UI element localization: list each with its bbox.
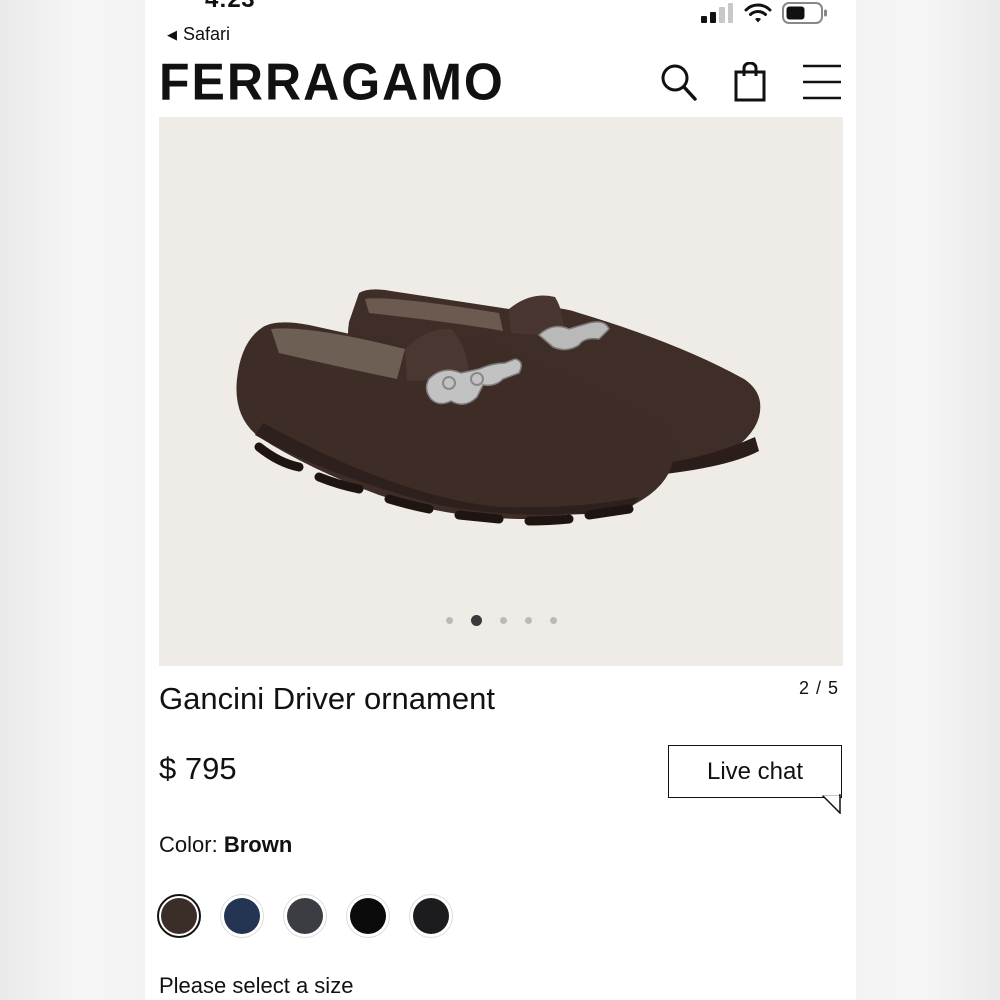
battery-icon [782,2,827,24]
product-image [236,289,761,526]
chat-bubble-tail-icon [822,794,841,814]
swatch-black-2[interactable] [409,894,453,938]
gallery-counter: 2 / 5 [798,678,839,698]
live-chat-label: Live chat [706,757,804,785]
back-label: Safari [183,24,231,44]
live-chat-button[interactable]: Live chat [668,745,842,798]
brand-logo[interactable]: FERRAGAMO [159,56,505,108]
gallery-dot[interactable] [549,617,557,624]
swatch-dark-grey[interactable] [283,894,327,938]
signal-icon [701,3,733,23]
gallery-dot[interactable] [499,617,507,624]
header-actions [658,62,842,102]
gallery-dot-active[interactable] [470,615,482,626]
product-price: $ 795 [159,751,237,786]
size-prompt[interactable]: Please select a size [159,973,353,999]
color-swatches [157,894,453,938]
shopping-bag-icon[interactable] [730,62,770,102]
gallery-pagination [159,615,843,626]
wifi-icon [744,3,772,23]
product-image-gallery[interactable] [159,117,843,666]
swatch-black[interactable] [346,894,390,938]
back-to-safari[interactable]: ◀ Safari [167,24,230,45]
back-arrow-icon: ◀ [167,26,177,42]
color-label: Color: [159,832,218,857]
status-time: 4:23 [205,0,255,14]
color-value: Brown [223,832,293,857]
color-selection-label: Color: Brown [159,832,292,858]
phone-screen: 4:23 ◀ Safari FERRAGAMO [145,0,856,1000]
swatch-brown[interactable] [157,894,201,938]
gallery-dot[interactable] [524,617,532,624]
menu-icon[interactable] [802,62,842,102]
search-icon[interactable] [658,62,698,102]
status-icons [700,1,828,25]
swatch-navy[interactable] [220,894,264,938]
product-title: Gancini Driver ornament [159,681,495,716]
gallery-dot[interactable] [445,617,453,624]
